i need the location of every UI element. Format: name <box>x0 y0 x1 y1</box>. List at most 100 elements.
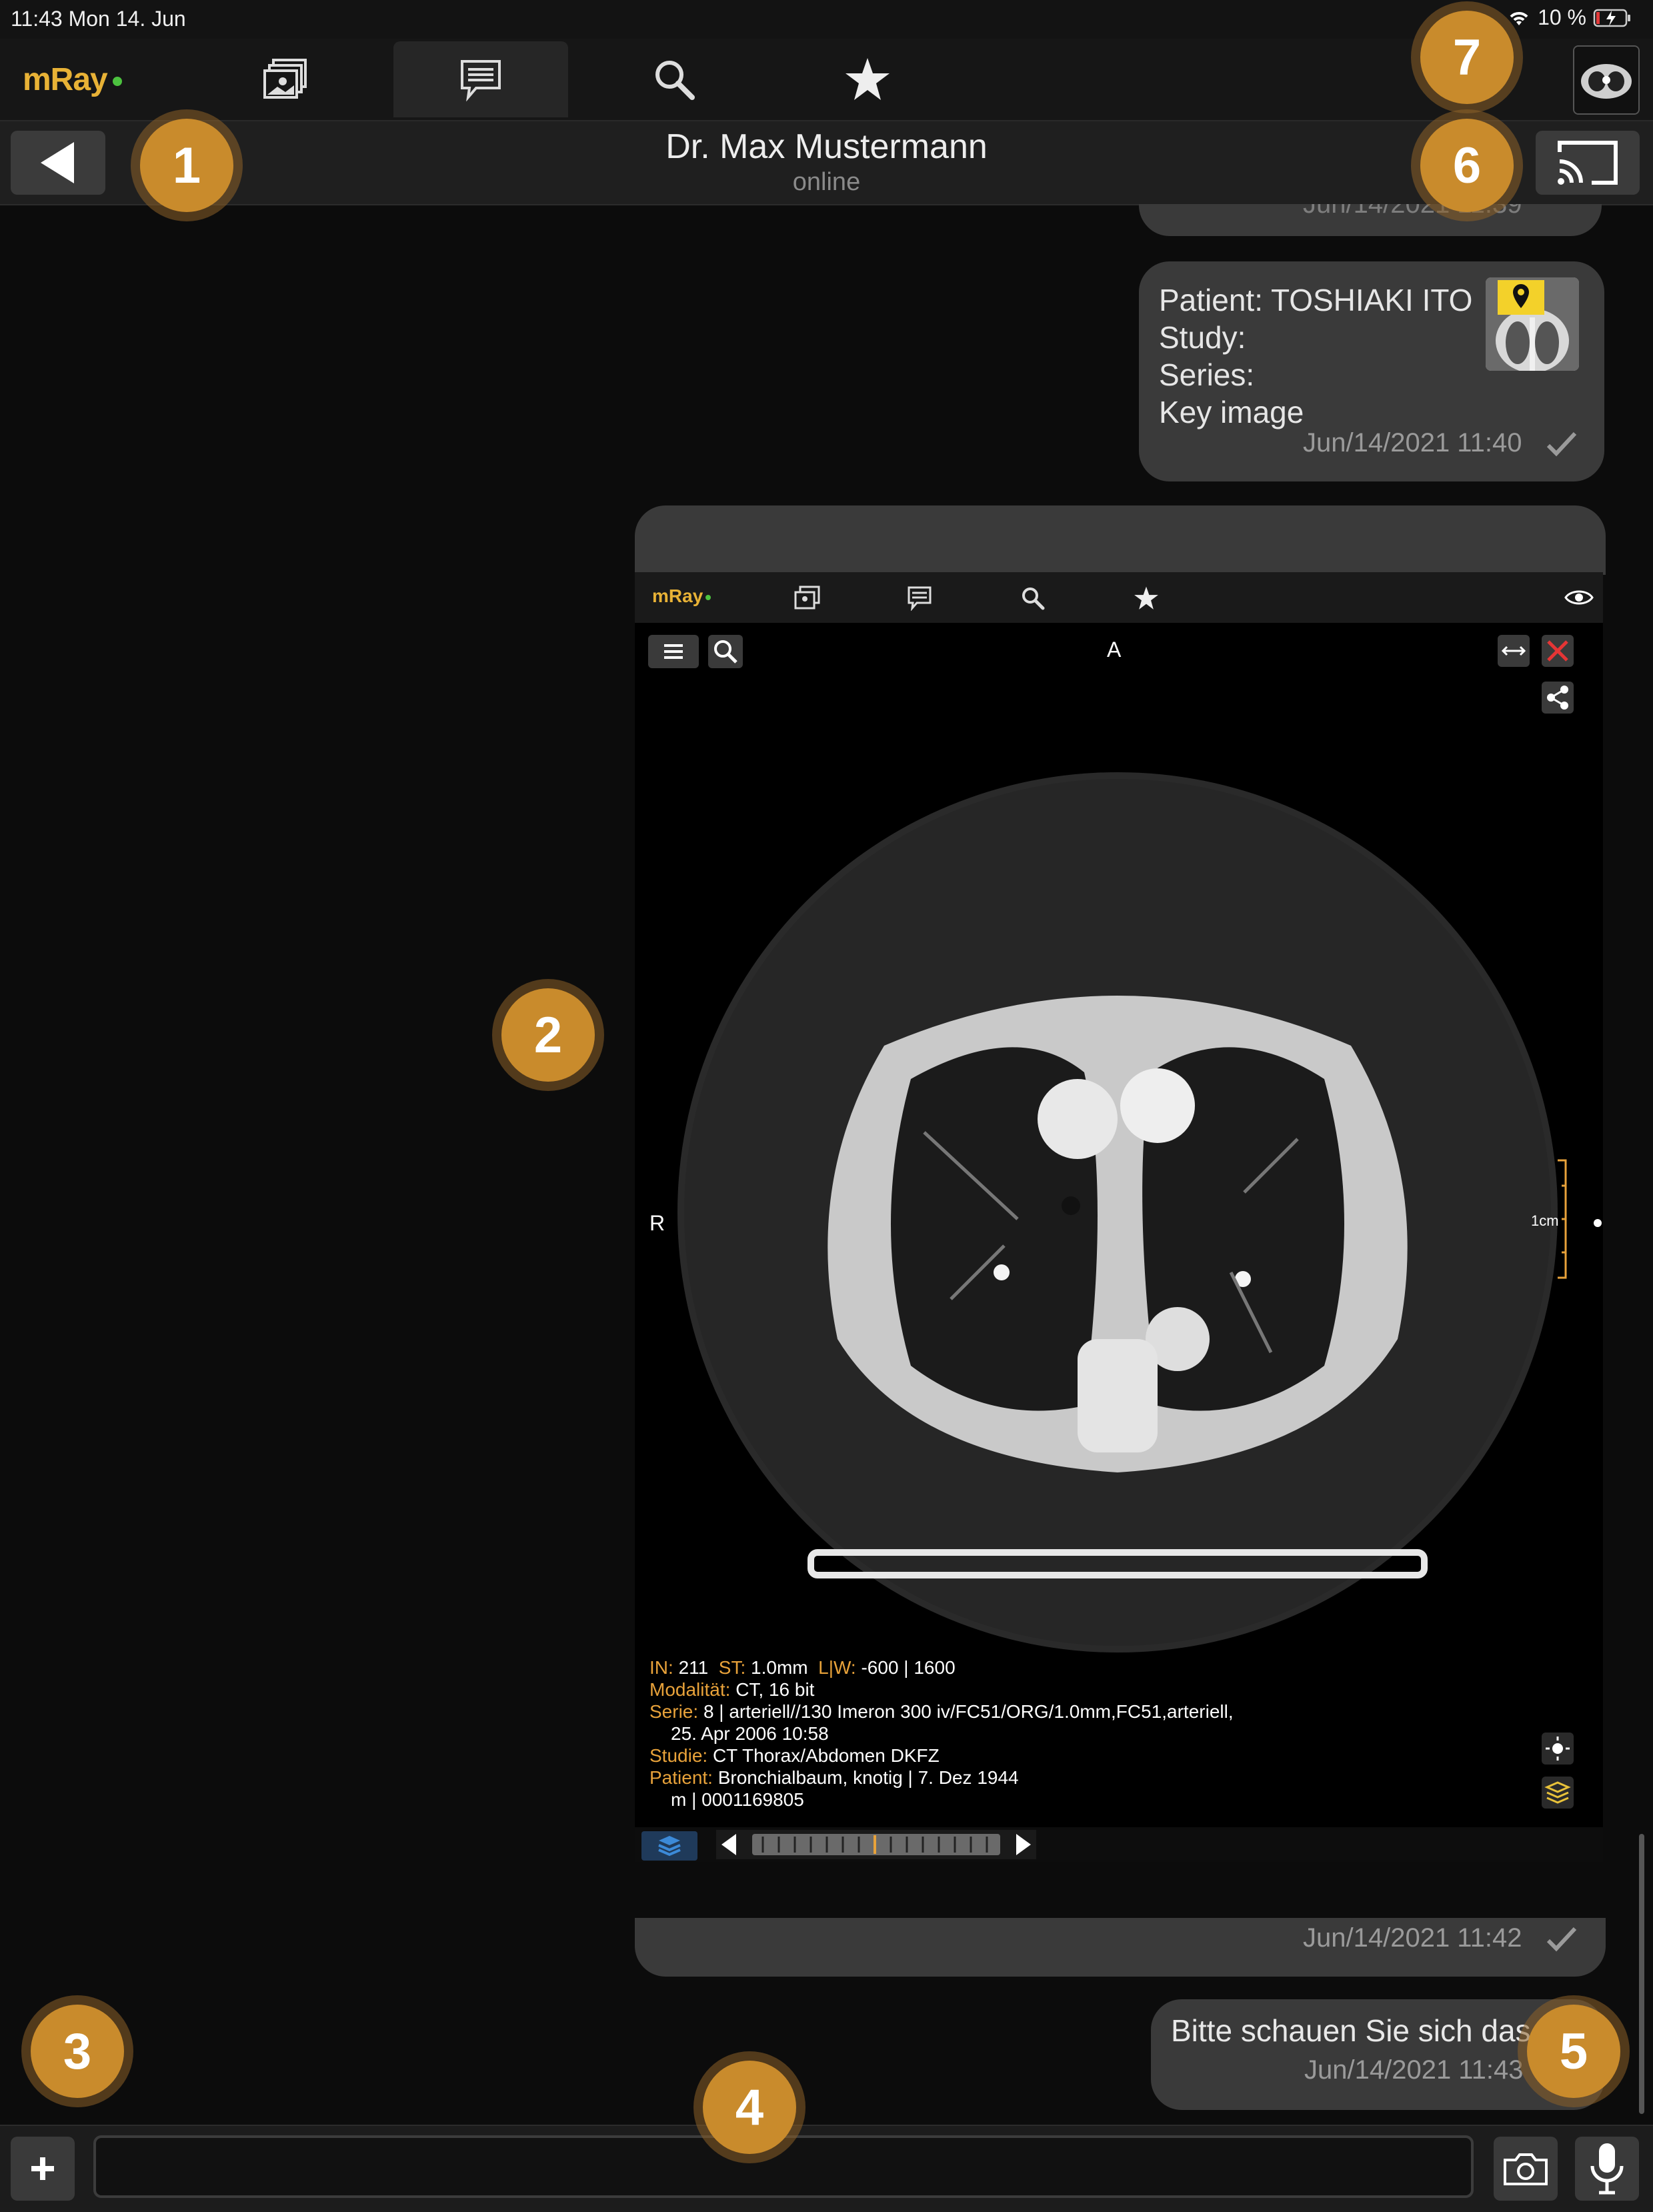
callout-6: 6 <box>1420 119 1514 212</box>
message-timestamp: Jun/14/2021 11:42 <box>1303 1923 1578 1953</box>
tab-chat[interactable] <box>393 41 568 117</box>
online-dot <box>112 77 122 87</box>
patient-id: m | 0001169805 <box>671 1789 804 1810</box>
image-bubble-top <box>635 505 1606 575</box>
wifi-icon <box>1510 11 1528 25</box>
share-icon <box>1547 686 1568 710</box>
study-label: Studie: <box>649 1745 708 1766</box>
message-timestamp: Jun/14/2021 11:43 <box>1304 2055 1524 2085</box>
series-date: 25. Apr 2006 10:58 <box>671 1723 829 1744</box>
camera-icon <box>1504 2153 1548 2185</box>
contact-status: online <box>792 168 861 196</box>
input-bar <box>0 2125 1653 2212</box>
viewer-nav: mRay <box>635 572 1603 623</box>
status-indicators: 10 % <box>1507 5 1633 30</box>
viewer-share-button <box>1542 682 1574 714</box>
cast-button[interactable] <box>1536 131 1640 195</box>
patient-label: Patient: <box>649 1767 713 1788</box>
camera-button[interactable] <box>1494 2137 1558 2201</box>
viewer-slice-bar <box>635 1827 1603 1862</box>
key-image-details: Patient: TOSHIAKI ITO Study: Series: Key… <box>1159 281 1472 431</box>
viewer-zoom-button <box>708 635 743 668</box>
viewer-screenshot-image[interactable]: mRay A R 1cm IN: 211 ST: 1.0mm L|W: -600… <box>635 572 1603 1862</box>
scrollbar[interactable] <box>1639 1834 1644 2114</box>
stack-icon <box>641 1831 697 1861</box>
close-icon <box>1547 640 1568 662</box>
callout-3: 3 <box>31 2005 124 2098</box>
info-line-6: Patient: Bronchialbaum, knotig | 7. Dez … <box>649 1767 1234 1789</box>
st-value: 1.0mm <box>751 1657 808 1678</box>
info-line-5: Studie: CT Thorax/Abdomen DKFZ <box>649 1745 1234 1767</box>
mray-logo: mRay <box>23 61 122 98</box>
pacs-thumbnail-button[interactable] <box>1573 45 1640 115</box>
tab-images[interactable] <box>199 41 373 117</box>
ct-thumbnail-icon <box>1574 47 1638 113</box>
viewer-search-icon <box>1022 588 1045 610</box>
orientation-left: R <box>649 1211 665 1235</box>
callout-5: 5 <box>1527 2005 1620 2098</box>
callout-2: 2 <box>501 988 595 1082</box>
chat-header: Dr. Max Mustermann online <box>0 121 1653 205</box>
contact-name: Dr. Max Mustermann <box>665 127 988 166</box>
message-bubble-previous[interactable]: Jun/14/2021 11:39 <box>1139 204 1602 236</box>
zoom-icon <box>714 640 737 664</box>
viewer-close-button <box>1542 635 1574 667</box>
chat-icon <box>461 60 501 101</box>
xray-thumbnail-icon <box>1486 277 1579 371</box>
st-label: ST: <box>718 1657 746 1678</box>
viewer-menu-button <box>648 635 699 668</box>
checkmark-icon <box>1546 432 1576 457</box>
slider-dot <box>1594 1219 1602 1227</box>
eye-icon <box>1564 590 1594 605</box>
message-timestamp: Jun/14/2021 11:40 <box>1303 428 1578 458</box>
patient-value: Bronchialbaum, knotig | 7. Dez 1944 <box>717 1767 1019 1788</box>
in-value: 211 <box>678 1657 709 1678</box>
image-bubble-bottom: Jun/14/2021 11:42 <box>635 1918 1606 1977</box>
top-navigation: mRay <box>0 39 1653 121</box>
viewer-chat-icon <box>908 586 932 611</box>
viewer-images-icon <box>794 586 820 610</box>
series-value: 8 | arteriell//130 Imeron 300 iv/FC51/OR… <box>703 1701 1234 1722</box>
message-text: Bitte schauen Sie sich das a <box>1171 2013 1556 2048</box>
viewer-fit-button <box>1498 635 1530 667</box>
fit-width-icon <box>1501 646 1526 656</box>
viewer-star-icon <box>1134 586 1158 610</box>
slice-scrubber-track <box>721 1834 1031 1855</box>
cast-icon <box>1558 141 1618 185</box>
callout-4: 4 <box>703 2061 796 2154</box>
series-line: Series: <box>1159 357 1255 392</box>
in-label: IN: <box>649 1657 673 1678</box>
slice-scrubber <box>716 1830 1036 1859</box>
checkmark-icon <box>1546 1927 1576 1952</box>
attach-button[interactable] <box>11 2137 75 2201</box>
battery-charging-icon <box>1593 9 1630 27</box>
message-input[interactable] <box>93 2135 1474 2198</box>
callout-7: 7 <box>1420 11 1514 104</box>
scale-label: 1cm <box>1531 1212 1559 1229</box>
search-icon <box>655 61 695 100</box>
timestamp-text: Jun/14/2021 11:40 <box>1303 428 1522 457</box>
viewer-logo: mRay <box>652 586 711 607</box>
battery-percent: 10 % <box>1538 5 1586 29</box>
message-bubble-key-image[interactable]: Patient: TOSHIAKI ITO Study: Series: Key… <box>1139 261 1604 481</box>
microphone-icon <box>1590 2143 1624 2195</box>
dicom-info-overlay: IN: 211 ST: 1.0mm L|W: -600 | 1600 Modal… <box>649 1656 1234 1811</box>
lw-label: L|W: <box>818 1657 856 1678</box>
lw-value: -600 | 1600 <box>861 1657 956 1678</box>
info-line-2: Modalität: CT, 16 bit <box>649 1679 1234 1701</box>
star-icon <box>846 58 890 100</box>
key-image-line: Key image <box>1159 395 1304 429</box>
study-line: Study: <box>1159 320 1246 355</box>
callout-1: 1 <box>140 119 233 212</box>
tab-search[interactable] <box>587 41 761 117</box>
orientation-top: A <box>1107 638 1122 662</box>
status-time: 11:43 Mon 14. Jun <box>11 7 186 31</box>
series-label: Serie: <box>649 1701 699 1722</box>
microphone-button[interactable] <box>1575 2137 1639 2201</box>
modality-value: CT, 16 bit <box>735 1679 815 1700</box>
ct-scan-image <box>677 772 1558 1652</box>
key-image-thumbnail[interactable] <box>1486 277 1579 371</box>
info-line-3: Serie: 8 | arteriell//130 Imeron 300 iv/… <box>649 1701 1234 1723</box>
tab-favorites[interactable] <box>780 41 955 117</box>
viewer-online-dot <box>705 594 711 600</box>
